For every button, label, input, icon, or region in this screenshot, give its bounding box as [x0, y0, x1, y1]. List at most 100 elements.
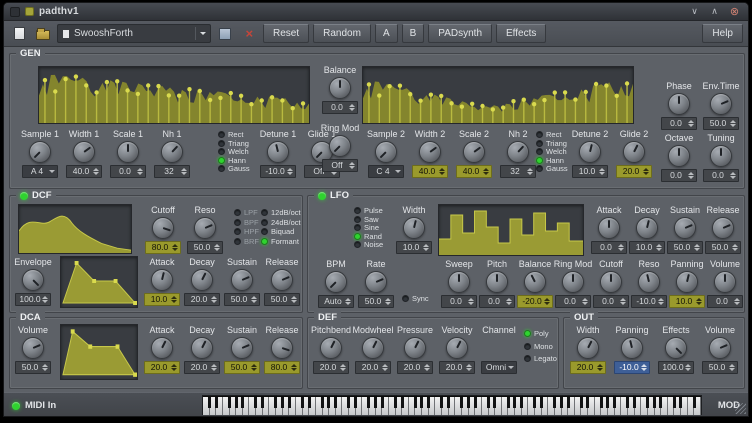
hann-radio[interactable]: Hann — [218, 157, 250, 165]
scale-2-value[interactable]: 40.0 — [456, 165, 492, 178]
piano-black-key[interactable] — [401, 397, 404, 408]
attack-knob[interactable] — [598, 217, 620, 239]
modwheel-value[interactable]: 20.0 — [355, 361, 391, 374]
octave-knob[interactable] — [668, 145, 690, 167]
piano-black-key[interactable] — [540, 397, 543, 408]
piano-black-key[interactable] — [493, 397, 496, 408]
dcf-led-icon[interactable] — [20, 192, 28, 200]
pressure-knob[interactable] — [404, 337, 426, 359]
mono-radio[interactable]: Mono — [524, 343, 557, 351]
attack-value[interactable]: 10.0 — [144, 293, 180, 306]
piano-black-key[interactable] — [440, 397, 443, 408]
width-value[interactable]: 20.0 — [570, 361, 606, 374]
release-value[interactable]: 50.0 — [264, 293, 300, 306]
piano-black-key[interactable] — [367, 397, 370, 408]
piano-black-key[interactable] — [381, 397, 384, 408]
piano-black-key[interactable] — [321, 397, 324, 408]
velocity-knob[interactable] — [446, 337, 468, 359]
biquad-radio[interactable]: Biquad — [261, 228, 301, 236]
saw-radio[interactable]: Saw — [354, 216, 383, 224]
piano-black-key[interactable] — [427, 397, 430, 408]
release-value[interactable]: 50.0 — [705, 241, 741, 254]
piano-black-key[interactable] — [274, 397, 277, 408]
piano-black-key[interactable] — [447, 397, 450, 408]
bpm-value[interactable]: Auto — [318, 295, 354, 308]
balance-value[interactable]: 0.0 — [322, 101, 358, 114]
welch-radio[interactable]: Welch — [536, 148, 568, 156]
attack-value[interactable]: 0.0 — [591, 241, 627, 254]
keyboard[interactable] — [202, 395, 702, 415]
piano-black-key[interactable] — [374, 397, 377, 408]
sweep-knob[interactable] — [448, 271, 470, 293]
channel-value[interactable]: Omni — [481, 361, 517, 374]
noise-radio[interactable]: Noise — [354, 241, 383, 249]
piano-black-key[interactable] — [653, 397, 656, 408]
attack-knob[interactable] — [151, 269, 173, 291]
piano-black-key[interactable] — [487, 397, 490, 408]
piano-black-key[interactable] — [613, 397, 616, 408]
piano-black-key[interactable] — [301, 397, 304, 408]
volume-knob[interactable] — [22, 337, 44, 359]
balance-knob[interactable] — [329, 77, 351, 99]
shade-icon[interactable]: ∨ — [687, 6, 702, 17]
velocity-value[interactable]: 20.0 — [439, 361, 475, 374]
nh-1-knob[interactable] — [161, 141, 183, 163]
effects-button[interactable]: Effects — [496, 24, 546, 43]
piano-black-key[interactable] — [467, 397, 470, 408]
delete-preset-button[interactable]: × — [239, 24, 259, 44]
window-menu-icon[interactable] — [10, 7, 20, 17]
release-knob[interactable] — [271, 269, 293, 291]
bpm-knob[interactable] — [325, 271, 347, 293]
piano-black-key[interactable] — [241, 397, 244, 408]
piano-black-key[interactable] — [414, 397, 417, 408]
gen1-harmonics-display[interactable] — [38, 66, 310, 124]
decay-value[interactable]: 20.0 — [184, 293, 220, 306]
piano-black-key[interactable] — [235, 397, 238, 408]
volume-knob[interactable] — [709, 337, 731, 359]
triang-radio[interactable]: Triang — [218, 140, 250, 148]
piano-black-key[interactable] — [327, 397, 330, 408]
sample-1-knob[interactable] — [29, 141, 51, 163]
reso-knob[interactable] — [194, 217, 216, 239]
detune-2-knob[interactable] — [579, 141, 601, 163]
rate-value[interactable]: 50.0 — [358, 295, 394, 308]
width-1-knob[interactable] — [73, 141, 95, 163]
volume-value[interactable]: 50.0 — [702, 361, 738, 374]
phase-knob[interactable] — [668, 93, 690, 115]
effects-value[interactable]: 100.0 — [658, 361, 694, 374]
envelope-knob[interactable] — [22, 269, 44, 291]
piano-black-key[interactable] — [261, 397, 264, 408]
balance-knob[interactable] — [524, 271, 546, 293]
volume-value[interactable]: 0.0 — [707, 295, 743, 308]
reset-button[interactable]: Reset — [263, 24, 309, 43]
glide-2-knob[interactable] — [623, 141, 645, 163]
help-button[interactable]: Help — [702, 24, 743, 43]
12db-oct-radio[interactable]: 12dB/oct — [261, 209, 301, 217]
piano-black-key[interactable] — [288, 397, 291, 408]
formant-radio[interactable]: Formant — [261, 238, 301, 246]
ring-mod-knob[interactable] — [329, 135, 351, 157]
rect-radio[interactable]: Rect — [218, 131, 250, 139]
sustain-knob[interactable] — [231, 269, 253, 291]
piano-black-key[interactable] — [673, 397, 676, 408]
piano-black-key[interactable] — [334, 397, 337, 408]
padsynth-button[interactable]: PADsynth — [428, 24, 492, 43]
piano-black-key[interactable] — [567, 397, 570, 408]
pitchbend-knob[interactable] — [320, 337, 342, 359]
width-2-knob[interactable] — [419, 141, 441, 163]
sustain-value[interactable]: 50.0 — [224, 293, 260, 306]
width-1-value[interactable]: 40.0 — [66, 165, 102, 178]
piano-black-key[interactable] — [208, 397, 211, 408]
a-button[interactable]: A — [375, 24, 398, 43]
nh-1-value[interactable]: 32 — [154, 165, 190, 178]
lpf-radio[interactable]: LPF — [234, 209, 259, 217]
release-knob[interactable] — [271, 337, 293, 359]
ring-mod-value[interactable]: Off — [322, 159, 358, 172]
triang-radio[interactable]: Triang — [536, 140, 568, 148]
b-button[interactable]: B — [402, 24, 425, 43]
effects-knob[interactable] — [665, 337, 687, 359]
glide-2-value[interactable]: 20.0 — [616, 165, 652, 178]
cutoff-value[interactable]: 80.0 — [145, 241, 181, 254]
volume-knob[interactable] — [714, 271, 736, 293]
piano-black-key[interactable] — [354, 397, 357, 408]
